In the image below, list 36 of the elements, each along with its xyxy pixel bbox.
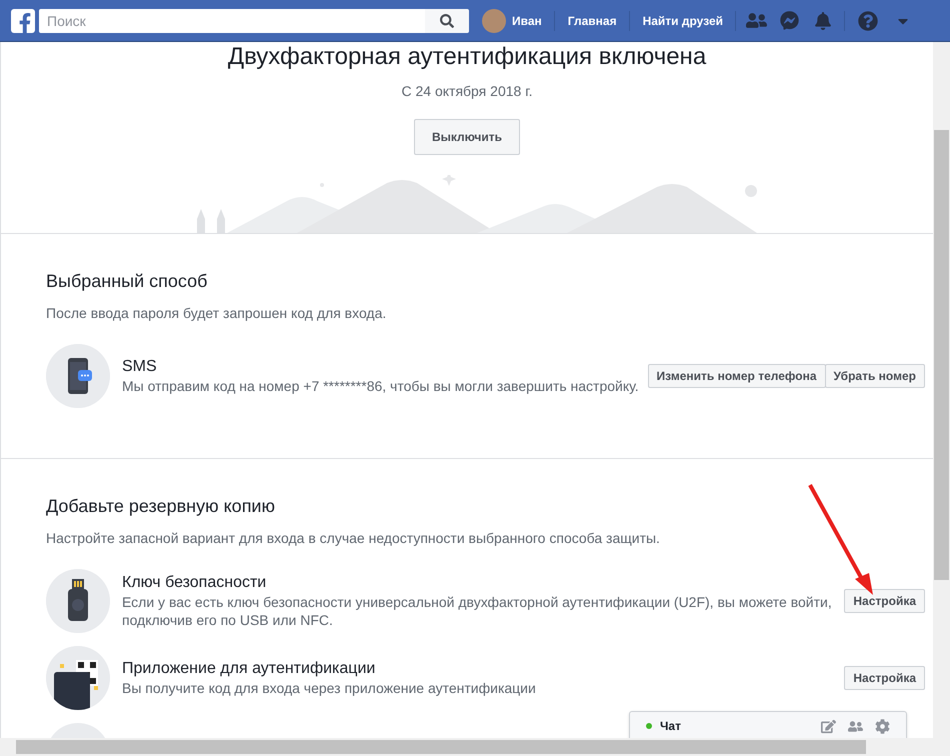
method-title: Приложение для аутентификации	[122, 659, 376, 679]
notifications-icon[interactable]	[814, 12, 832, 30]
logo-icon[interactable]	[11, 8, 35, 32]
method-title: Ключ безопасности	[122, 573, 268, 593]
settings-icon[interactable]	[875, 718, 890, 734]
method-title: SMS	[122, 357, 158, 377]
section-heading: Добавьте резервную копию	[46, 495, 276, 518]
method-description: Вы получите код для входа через приложение аутентификации	[122, 679, 537, 697]
method-description: Мы отправим код на номер +7 ********86, чтобы вы могли завершить настройку.	[122, 377, 640, 395]
method-button[interactable]: Изменить номер телефона	[648, 364, 826, 388]
disable-button[interactable]: Выключить	[414, 119, 520, 155]
search-button[interactable]	[425, 8, 469, 32]
method-button[interactable]: Настройка	[844, 589, 925, 613]
friend-requests-icon[interactable]	[746, 10, 768, 31]
messenger-icon[interactable]	[780, 11, 800, 30]
search-field[interactable]: Поиск	[39, 8, 425, 32]
nav-link[interactable]: Найти друзей	[642, 12, 724, 30]
chat-bar[interactable]: Чат	[629, 711, 907, 738]
contacts-icon[interactable]	[848, 718, 863, 734]
compose-icon[interactable]	[821, 718, 836, 734]
avatar[interactable]	[482, 8, 506, 32]
section-heading: Выбранный способ	[46, 270, 208, 293]
method-description: Если у вас есть ключ безопасности универсальной двухфакторной аутентификации (U2F), вы можете войти, подключив его по USB или NFC.	[122, 593, 833, 629]
nav-link[interactable]: Главная	[568, 12, 617, 30]
page-title: Двухфакторная аутентификация включена	[228, 43, 706, 71]
section-description: После ввода пароля будет запрошен код для входа.	[46, 304, 388, 323]
method-button[interactable]: Убрать номер	[824, 364, 925, 388]
search-icon	[440, 14, 454, 28]
section-description: Настройте запасной вариант для входа в случае недоступности выбранного способа защиты.	[46, 529, 661, 548]
scrollbar-thumb[interactable]	[934, 130, 949, 580]
method-button[interactable]: Настройка	[844, 666, 925, 690]
profile-link[interactable]: Иван	[512, 12, 542, 30]
help-icon[interactable]	[858, 10, 878, 30]
chat-label: Чат	[660, 718, 681, 735]
scrollbar-thumb[interactable]	[16, 740, 866, 754]
enabled-date: С 24 октября 2018 г.	[402, 82, 532, 101]
